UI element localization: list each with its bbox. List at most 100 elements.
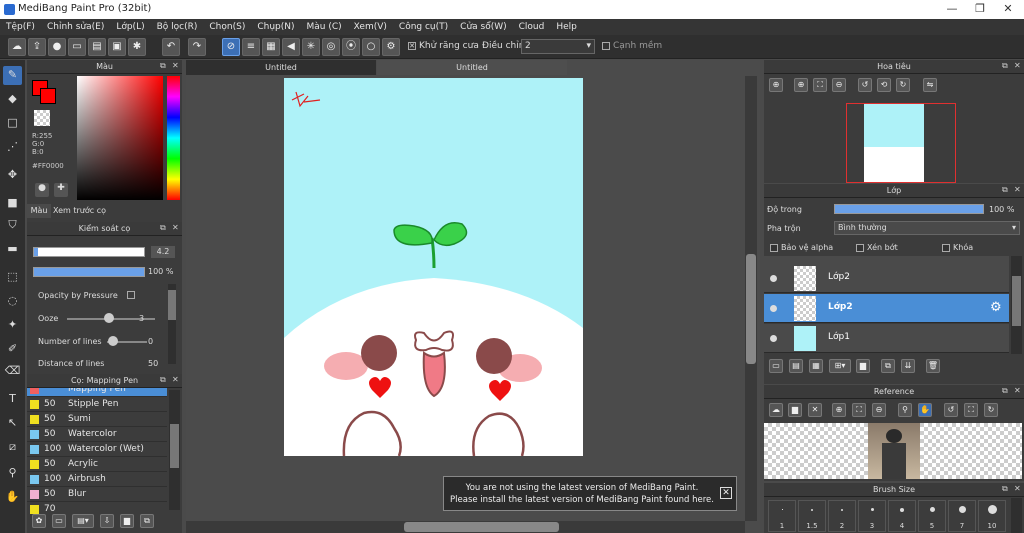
dot-tool-icon[interactable]: ⋰ (3, 138, 22, 157)
rotate-left-icon[interactable]: ↺ (858, 78, 872, 92)
list-item[interactable]: 100 Watercolor (Wet) (27, 442, 167, 457)
fit-icon[interactable]: ⛶ (813, 78, 827, 92)
list-item[interactable]: 50 Stipple Pen (27, 397, 167, 412)
parallel-snap-icon[interactable]: ≡ (242, 38, 260, 56)
brush-size-slider[interactable] (33, 247, 145, 257)
divide-tool-icon[interactable]: ⧄ (3, 438, 22, 457)
bucket-tool-icon[interactable]: ⛉ (3, 216, 22, 235)
redo-icon[interactable]: ↷ (188, 38, 206, 56)
list-item[interactable]: 50 Blur (27, 487, 167, 502)
fit-icon[interactable]: ⛶ (852, 403, 866, 417)
rotate-left-icon[interactable]: ↺ (944, 403, 958, 417)
layer-row[interactable]: Lớp2 ⚙ (764, 294, 1009, 323)
menu-color[interactable]: Màu (C) (301, 22, 348, 32)
eyedropper-icon[interactable]: ⚲ (898, 403, 912, 417)
new-halftone-layer-icon[interactable]: ▦ (809, 359, 823, 373)
undock-icon[interactable]: ⧉ (1002, 185, 1008, 195)
navigator-viewport[interactable] (846, 103, 956, 183)
brush-tool-icon[interactable]: ✎ (3, 66, 22, 85)
cloud-icon[interactable]: ☁ (8, 38, 26, 56)
adjust-dropdown[interactable]: 2 ▾ (521, 39, 595, 54)
size-preset-5[interactable]: 5 (918, 500, 946, 532)
list-item[interactable]: 100 Airbrush (27, 472, 167, 487)
add-brush-menu-icon[interactable]: ▤▾ (72, 514, 94, 528)
hand-icon[interactable]: ✋ (918, 403, 932, 417)
scrollbar-thumb[interactable] (404, 522, 559, 532)
close-panel-icon[interactable]: ✕ (172, 223, 179, 232)
zoom-in-icon[interactable]: ⊕ (832, 403, 846, 417)
visibility-icon[interactable] (770, 275, 777, 282)
undo-icon[interactable]: ↶ (162, 38, 180, 56)
reference-canvas[interactable] (764, 423, 1022, 479)
close-panel-icon[interactable]: ✕ (1014, 61, 1021, 70)
palette-add-icon[interactable]: ✚ (54, 183, 68, 197)
scrollbar-thumb[interactable] (170, 424, 179, 468)
duplicate-icon[interactable]: ⧉ (140, 514, 154, 528)
eraser-tool-icon[interactable]: ◆ (3, 90, 22, 109)
tab-brush-preview[interactable]: Xem trước cọ (52, 204, 107, 218)
document-tab-2[interactable]: Untitled (377, 60, 567, 75)
tab-color[interactable]: Màu (27, 204, 51, 218)
operation-tool-icon[interactable]: ↖ (3, 414, 22, 433)
export-icon[interactable]: ⇪ (28, 38, 46, 56)
list-item[interactable]: 50 Acrylic (27, 457, 167, 472)
scrollbar-thumb[interactable] (168, 290, 176, 320)
undock-icon[interactable]: ⧉ (160, 223, 166, 233)
saturation-value-picker[interactable] (77, 76, 163, 200)
new-doc-icon[interactable]: ▭ (68, 38, 86, 56)
add-layer-menu-icon[interactable]: ⊞▾ (829, 359, 851, 373)
gradient-tool-icon[interactable]: ▬ (3, 240, 22, 259)
comment-icon[interactable]: ● (48, 38, 66, 56)
clipping-checkbox[interactable] (856, 243, 864, 252)
size-preset-1-5[interactable]: 1.5 (798, 500, 826, 532)
radial-snap-icon[interactable]: ✳ (302, 38, 320, 56)
list-item[interactable]: 50 Watercolor (27, 427, 167, 442)
menu-view[interactable]: Xem(V) (348, 22, 393, 32)
new-layer-icon[interactable]: ▤ (789, 359, 803, 373)
grid-snap-icon[interactable]: ▦ (262, 38, 280, 56)
close-panel-icon[interactable]: ✕ (172, 61, 179, 70)
size-preset-1[interactable]: 1 (768, 500, 796, 532)
duplicate-icon[interactable]: ⧉ (881, 359, 895, 373)
doc-icon[interactable]: ▤ (88, 38, 106, 56)
rotate-reset-icon[interactable]: ⟲ (877, 78, 891, 92)
opacity-pressure-checkbox[interactable] (127, 291, 135, 299)
import-brush-icon[interactable]: ⇩ (100, 514, 114, 528)
list-item[interactable]: 70 (27, 502, 167, 514)
rotate-right-icon[interactable]: ↻ (896, 78, 910, 92)
size-preset-3[interactable]: 3 (858, 500, 886, 532)
settings-icon[interactable]: ✱ (128, 38, 146, 56)
minimize-button[interactable]: — (938, 0, 966, 19)
protect-alpha-checkbox[interactable] (770, 243, 778, 252)
layer-opacity-slider[interactable] (834, 204, 984, 214)
lines-slider-knob[interactable] (108, 336, 118, 346)
lock-checkbox[interactable] (942, 243, 950, 252)
folder-icon[interactable]: ▆ (120, 514, 134, 528)
select-eraser-icon[interactable]: ⌫ (3, 362, 22, 381)
new-layer-icon[interactable]: ▭ (769, 359, 783, 373)
brush-size-scrollbar[interactable] (1011, 498, 1022, 533)
zoom-in-icon[interactable]: ⊕ (794, 78, 808, 92)
transparent-color-swatch[interactable] (34, 110, 50, 126)
size-preset-10[interactable]: 10 (978, 500, 1006, 532)
menu-tools[interactable]: Công cụ(T) (393, 22, 454, 32)
move-tool-icon[interactable]: ✥ (3, 166, 22, 185)
antialias-checkbox[interactable]: ✕ (408, 41, 416, 50)
gear-icon[interactable]: ⚙ (990, 300, 1002, 315)
vertical-scrollbar[interactable] (745, 76, 757, 521)
brush-settings-icon[interactable]: ✿ (32, 514, 46, 528)
undock-icon[interactable]: ⧉ (160, 61, 166, 71)
brush-size-value[interactable]: 4.2 (151, 246, 175, 258)
circle-snap-icon[interactable]: ◎ (322, 38, 340, 56)
hue-slider[interactable] (167, 76, 180, 200)
select-tool-icon[interactable]: ⬚ (3, 268, 22, 287)
brush-list-scrollbar[interactable] (169, 390, 180, 510)
magic-wand-icon[interactable]: ✦ (3, 316, 22, 335)
undock-icon[interactable]: ⧉ (1002, 484, 1008, 494)
folder-icon[interactable]: ▆ (856, 359, 870, 373)
menu-window[interactable]: Cửa sổ(W) (454, 22, 512, 32)
fit-screen-icon[interactable]: ⛶ (964, 403, 978, 417)
palette-icon[interactable]: ● (35, 183, 49, 197)
ring-snap-icon[interactable]: ○ (362, 38, 380, 56)
scrollbar-thumb[interactable] (746, 254, 756, 364)
